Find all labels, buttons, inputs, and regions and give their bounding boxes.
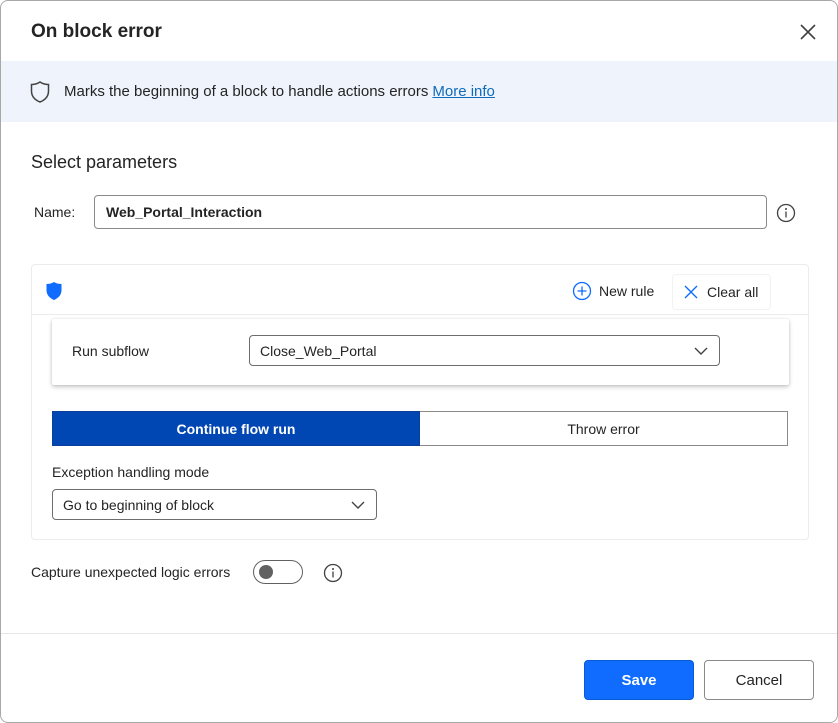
- shield-outline-icon: [30, 81, 50, 103]
- exception-mode-label: Exception handling mode: [52, 464, 210, 480]
- name-info-button[interactable]: [776, 203, 796, 223]
- info-banner: Marks the beginning of a block to handle…: [1, 61, 837, 122]
- save-button[interactable]: Save: [584, 660, 694, 700]
- exception-mode-selected: Go to beginning of block: [63, 496, 214, 513]
- on-block-error-dialog: On block error Marks the beginning of a …: [0, 0, 838, 723]
- dialog-title: On block error: [31, 21, 162, 42]
- run-subflow-label: Run subflow: [72, 343, 150, 359]
- banner-description: Marks the beginning of a block to handle…: [64, 83, 429, 100]
- rules-panel: New rule Clear all Run subflow Close_Web…: [31, 264, 809, 540]
- new-rule-label: New rule: [599, 283, 655, 299]
- exception-mode-dropdown[interactable]: Go to beginning of block: [52, 489, 377, 520]
- dismiss-icon: [684, 285, 698, 299]
- throw-error-option[interactable]: Throw error: [420, 411, 788, 446]
- name-input[interactable]: [94, 195, 767, 229]
- title-bar: On block error: [1, 1, 837, 61]
- name-label: Name:: [34, 204, 76, 220]
- banner-text: Marks the beginning of a block to handle…: [64, 83, 495, 100]
- clear-all-button[interactable]: Clear all: [672, 274, 771, 310]
- subflow-dropdown[interactable]: Close_Web_Portal: [249, 335, 720, 366]
- add-circle-icon: [572, 281, 592, 301]
- continue-flow-run-option[interactable]: Continue flow run: [52, 411, 420, 446]
- capture-errors-toggle[interactable]: [253, 560, 303, 584]
- toggle-knob: [259, 565, 273, 579]
- capture-errors-label: Capture unexpected logic errors: [31, 564, 231, 580]
- subflow-selected: Close_Web_Portal: [260, 342, 377, 359]
- clear-all-label: Clear all: [707, 284, 759, 300]
- info-icon: [776, 203, 796, 223]
- more-info-link[interactable]: More info: [432, 83, 495, 100]
- capture-info-button[interactable]: [323, 563, 343, 583]
- chevron-down-icon: [694, 347, 708, 355]
- new-rule-button[interactable]: New rule: [572, 279, 654, 303]
- close-button[interactable]: [797, 21, 819, 43]
- rules-header: New rule Clear all: [32, 265, 808, 315]
- shield-filled-icon: [46, 282, 62, 300]
- close-icon: [800, 24, 816, 40]
- chevron-down-icon: [351, 501, 365, 509]
- section-title: Select parameters: [31, 152, 178, 172]
- dialog-footer: Save Cancel: [1, 633, 837, 722]
- info-icon: [323, 563, 343, 583]
- cancel-button[interactable]: Cancel: [704, 660, 814, 700]
- rule-card: Run subflow Close_Web_Portal: [52, 319, 789, 385]
